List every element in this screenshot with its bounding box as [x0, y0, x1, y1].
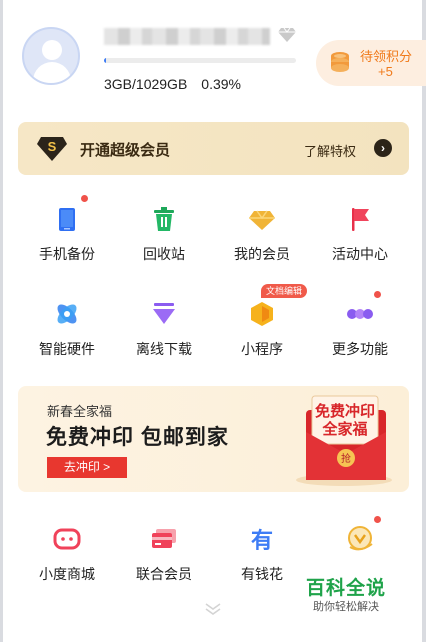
- points-value: +5: [378, 64, 393, 79]
- recycle-bin-icon: [154, 207, 174, 231]
- member-privileges-link[interactable]: 了解特权: [304, 141, 356, 160]
- chevron-right-icon[interactable]: ›: [374, 139, 392, 157]
- storage-progress-bar: [104, 58, 296, 63]
- joint-member-card-icon: [152, 529, 176, 548]
- envelope-seal: 抢: [341, 452, 351, 465]
- grid-label: 小程序: [241, 341, 283, 357]
- watermark-title: 百科全说: [306, 578, 387, 599]
- grid-item-joint-member[interactable]: 联合会员: [114, 525, 214, 584]
- envelope-line1: 免费冲印: [315, 402, 375, 420]
- red-envelope-icon: 免费冲印 全家福 抢: [296, 395, 392, 486]
- grid-item-more-functions[interactable]: 更多功能: [310, 300, 410, 359]
- storage-percent: 0.39%: [201, 76, 241, 92]
- doc-edit-badge: 文档编辑: [261, 284, 308, 298]
- xiaodu-mall-icon: [53, 528, 81, 550]
- grid-item-activity-center[interactable]: 活动中心: [310, 205, 410, 264]
- grid-label: 活动中心: [332, 246, 388, 262]
- grid-item-xiaodu-mall[interactable]: 小度商城: [17, 525, 117, 584]
- more-functions-icon: [347, 309, 373, 319]
- username-blurred: [104, 28, 270, 45]
- youqianhua-icon: 有: [251, 528, 273, 554]
- grid-item-offline-download[interactable]: 离线下载: [114, 300, 214, 359]
- grid-label: 离线下载: [136, 341, 192, 357]
- watermark-subtitle: 助你轻松解决: [313, 601, 379, 613]
- print-banner-subtitle: 新春全家福: [47, 404, 113, 419]
- avatar-body: [33, 62, 71, 83]
- mini-program-icon: [251, 302, 273, 326]
- flag-icon: [352, 208, 369, 231]
- points-label: 待领积分: [360, 49, 413, 64]
- diamond-icon[interactable]: [278, 27, 296, 43]
- offline-download-icon: [153, 303, 175, 324]
- grid-label: 回收站: [143, 246, 185, 262]
- grid-label: 手机备份: [39, 246, 95, 262]
- grid-item-my-membership[interactable]: 我的会员: [212, 205, 312, 264]
- super-member-icon: S: [37, 137, 67, 161]
- member-banner-title: 开通超级会员: [80, 142, 171, 159]
- avatar-head: [42, 40, 62, 60]
- avatar[interactable]: [22, 27, 80, 85]
- grid-label: 更多功能: [332, 341, 388, 357]
- grid-label: 联合会员: [136, 566, 192, 582]
- member-diamond-icon: [249, 210, 275, 230]
- grid-item-finance[interactable]: [310, 525, 410, 564]
- grid-label: 有钱花: [241, 566, 283, 582]
- grid-item-mini-program[interactable]: 小程序: [212, 300, 312, 359]
- grid-item-youqianhua[interactable]: 有 有钱花: [212, 525, 312, 584]
- svg-text:有: 有: [251, 528, 273, 553]
- phone-backup-icon: [59, 208, 75, 231]
- chevron-down-icon[interactable]: [204, 602, 222, 616]
- finance-icon: [348, 526, 373, 551]
- go-print-button[interactable]: 去冲印 >: [47, 457, 127, 478]
- notification-dot: [81, 195, 88, 202]
- storage-used: 3GB/1029GB: [104, 76, 188, 92]
- coins-icon: [331, 52, 349, 72]
- photo-print-banner[interactable]: 新春全家福 免费冲印 包邮到家 去冲印 > 免费冲印 全家福 抢: [18, 386, 409, 492]
- storage-progress-fill: [104, 58, 107, 63]
- envelope-line2: 全家福: [321, 420, 367, 438]
- print-banner-title: 免费冲印 包邮到家: [46, 426, 229, 449]
- notification-dot: [374, 291, 381, 298]
- window-left-border: [0, 0, 3, 642]
- notification-dot: [374, 516, 381, 523]
- svg-text:S: S: [48, 139, 57, 154]
- grid-label: 智能硬件: [39, 341, 95, 357]
- grid-label: 我的会员: [234, 246, 290, 262]
- grid-label: 小度商城: [39, 566, 95, 582]
- smart-hardware-icon: [57, 304, 77, 324]
- storage-info: 3GB/1029GB 0.39%: [104, 76, 255, 92]
- grid-item-phone-backup[interactable]: 手机备份: [17, 205, 117, 264]
- super-member-banner[interactable]: S 开通超级会员 了解特权 ›: [18, 122, 409, 175]
- grid-item-smart-hardware[interactable]: 智能硬件: [17, 300, 117, 359]
- window-right-border: [422, 0, 426, 642]
- points-button[interactable]: 待领积分 +5: [316, 40, 426, 86]
- grid-item-recycle-bin[interactable]: 回收站: [114, 205, 214, 264]
